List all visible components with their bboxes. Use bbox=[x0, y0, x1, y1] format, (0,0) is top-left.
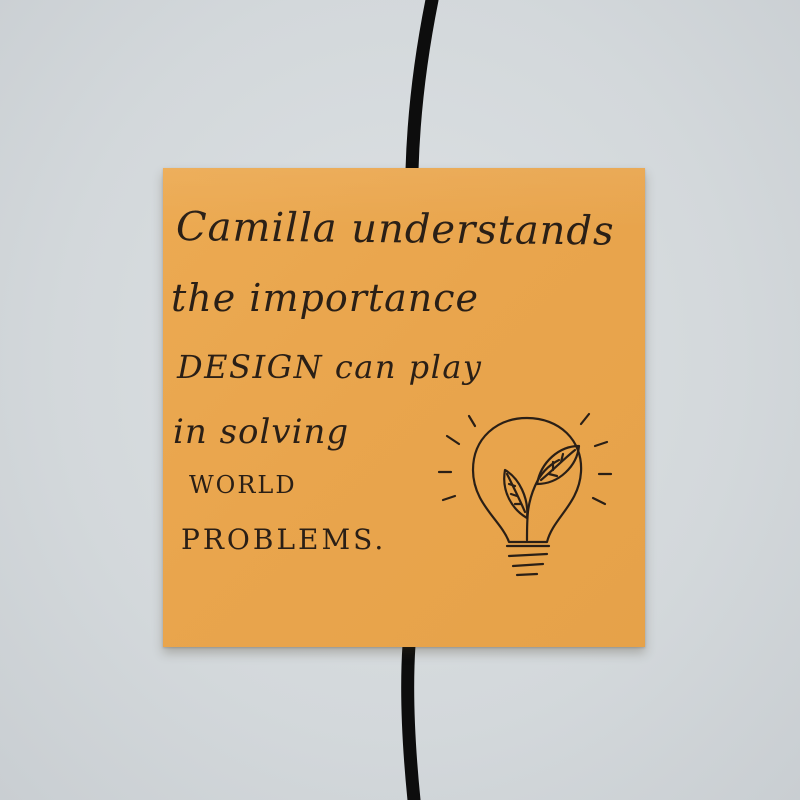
lightbulb-with-leaves-icon bbox=[437, 412, 613, 577]
note-line-6: PROBLEMS. bbox=[181, 523, 387, 556]
note-line-3: DESIGN can play bbox=[177, 348, 483, 386]
bulb-base-2 bbox=[507, 552, 549, 558]
ray-right-1 bbox=[579, 412, 591, 426]
ray-right-4 bbox=[591, 496, 607, 506]
ray-left-3 bbox=[441, 494, 457, 502]
bulb-base-4 bbox=[515, 572, 539, 577]
bulb-base-3 bbox=[511, 562, 545, 568]
black-line-top bbox=[405, 0, 439, 177]
note-line-5: WORLD bbox=[189, 471, 297, 499]
note-line-1: Camilla understands bbox=[175, 204, 615, 255]
ray-top-left bbox=[467, 414, 477, 428]
right-leaf-vein bbox=[539, 448, 577, 482]
sticky-note: Camilla understands the importance DESIG… bbox=[163, 168, 645, 647]
ray-right-2 bbox=[593, 440, 609, 448]
black-line-bottom bbox=[401, 638, 421, 800]
note-line-4: in solving bbox=[173, 412, 350, 452]
note-line-2: the importance bbox=[171, 276, 480, 320]
photo-scene: Camilla understands the importance DESIG… bbox=[0, 0, 800, 800]
ray-left-1 bbox=[445, 434, 461, 446]
